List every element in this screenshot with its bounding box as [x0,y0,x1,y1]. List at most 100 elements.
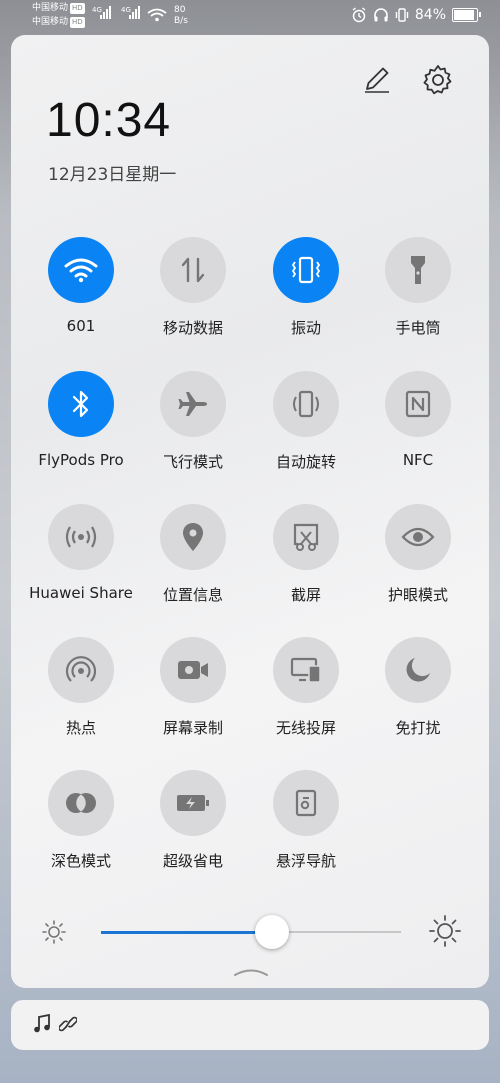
link-icon [59,1016,77,1032]
tile-label: FlyPods Pro [38,451,124,469]
music-note-icon [34,1014,50,1033]
location-icon [183,523,203,551]
clock-time: 10:34 [46,94,172,147]
tile-label: Huawei Share [29,584,133,602]
brightness-thumb[interactable] [255,915,289,949]
tile-circle[interactable] [273,237,339,303]
tile-floating-nav[interactable]: 悬浮导航 [250,770,362,871]
tile-label: NFC [402,451,434,469]
eye-comfort-icon [401,527,435,547]
carrier-2-label: 中国移动 [32,17,69,27]
tile-label: 自动旋转 [275,453,336,471]
mobile-data-icon [181,257,205,283]
tile-label: 截屏 [290,586,321,604]
tile-circle[interactable] [160,504,226,570]
alarm-icon [352,7,366,23]
gear-icon[interactable] [421,63,455,97]
wifi-status-icon [147,8,167,22]
vibrate-icon [291,256,321,284]
network-speed-value: 80 [174,5,186,15]
wireless-projection-icon [290,657,321,683]
tile-label: 移动数据 [162,319,223,337]
brightness-fill [101,931,272,934]
tile-location[interactable]: 位置信息 [137,504,249,605]
tile-huawei-share[interactable]: Huawei Share [25,504,137,602]
pencil-icon[interactable] [361,63,393,95]
network-speed: 80 B/s [174,5,188,27]
tile-circle[interactable] [273,504,339,570]
tile-label: 屏幕录制 [162,719,223,737]
headphones-icon [374,8,388,22]
tile-label: 超级省电 [162,852,223,870]
status-bar: 中国移动 HD 中国移动 HD 4G 4G 80 B/s 84% [0,0,500,34]
brightness-slider[interactable] [41,915,461,955]
bluetooth-icon [72,390,89,418]
tile-screenshot[interactable]: 截屏 [250,504,362,605]
tile-circle[interactable] [385,237,451,303]
tile-label: 飞行模式 [162,453,223,471]
tile-airplane[interactable]: 飞行模式 [137,371,249,472]
tile-label: 位置信息 [162,586,223,604]
dark-mode-icon [66,793,96,813]
vibrate-status-icon [395,8,409,22]
hd-badge: HD [70,17,85,28]
tile-vibrate[interactable]: 振动 [250,237,362,338]
tile-label: 601 [66,317,96,335]
tile-circle[interactable] [48,637,114,703]
tile-label: 深色模式 [50,852,111,870]
tile-circle[interactable] [273,770,339,836]
brightness-low-icon [42,920,66,944]
tile-wifi[interactable]: 601 [25,237,137,335]
tile-mobile-data[interactable]: 移动数据 [137,237,249,338]
tile-circle[interactable] [48,504,114,570]
tile-wireless-projection[interactable]: 无线投屏 [250,637,362,738]
tile-circle[interactable] [385,504,451,570]
floating-nav-icon [295,789,317,817]
tile-nfc[interactable]: NFC [362,371,474,469]
network-speed-unit: B/s [174,16,188,26]
battery-icon [452,8,481,22]
quick-settings-panel: 10:34 12月23日星期一 601 移动数据 振动 手电筒 FlyPods … [11,35,489,988]
tile-label: 护眼模式 [387,586,448,604]
tile-circle[interactable] [48,770,114,836]
tile-circle[interactable] [48,237,114,303]
flashlight-icon [411,256,425,284]
tile-flashlight[interactable]: 手电筒 [362,237,474,338]
brightness-high-icon [429,915,461,947]
collapse-handle-icon[interactable] [231,966,271,978]
airplane-icon [178,392,207,416]
tile-do-not-disturb[interactable]: 免打扰 [362,637,474,738]
tile-power-saving[interactable]: 超级省电 [137,770,249,871]
tile-label: 免打扰 [395,719,441,737]
tile-circle[interactable] [160,770,226,836]
carrier-2: 中国移动 HD [32,17,85,28]
power-saving-icon [177,795,209,811]
tile-circle[interactable] [160,371,226,437]
tile-circle[interactable] [273,371,339,437]
hd-badge: HD [70,3,85,14]
signal-2-icon [129,6,140,19]
wifi-icon [64,258,98,283]
clock-date: 12月23日星期一 [48,165,177,185]
tile-bluetooth[interactable]: FlyPods Pro [25,371,137,469]
tile-circle[interactable] [48,371,114,437]
tile-label: 手电筒 [395,319,441,337]
tile-circle[interactable] [160,237,226,303]
tile-auto-rotate[interactable]: 自动旋转 [250,371,362,472]
battery-percent: 84% [414,7,446,23]
auto-rotate-icon [293,390,319,418]
nfc-icon [405,390,431,418]
tile-circle[interactable] [385,371,451,437]
tile-label: 振动 [290,319,321,337]
music-bar[interactable] [11,1000,489,1050]
tile-dark-mode[interactable]: 深色模式 [25,770,137,871]
tile-circle[interactable] [385,637,451,703]
tile-hotspot[interactable]: 热点 [25,637,137,738]
tile-circle[interactable] [160,637,226,703]
huawei-share-icon [65,526,97,548]
hotspot-icon [65,656,97,682]
tile-circle[interactable] [273,637,339,703]
screenshot-icon [293,523,319,551]
tile-eye-comfort[interactable]: 护眼模式 [362,504,474,605]
tile-screen-record[interactable]: 屏幕录制 [137,637,249,738]
